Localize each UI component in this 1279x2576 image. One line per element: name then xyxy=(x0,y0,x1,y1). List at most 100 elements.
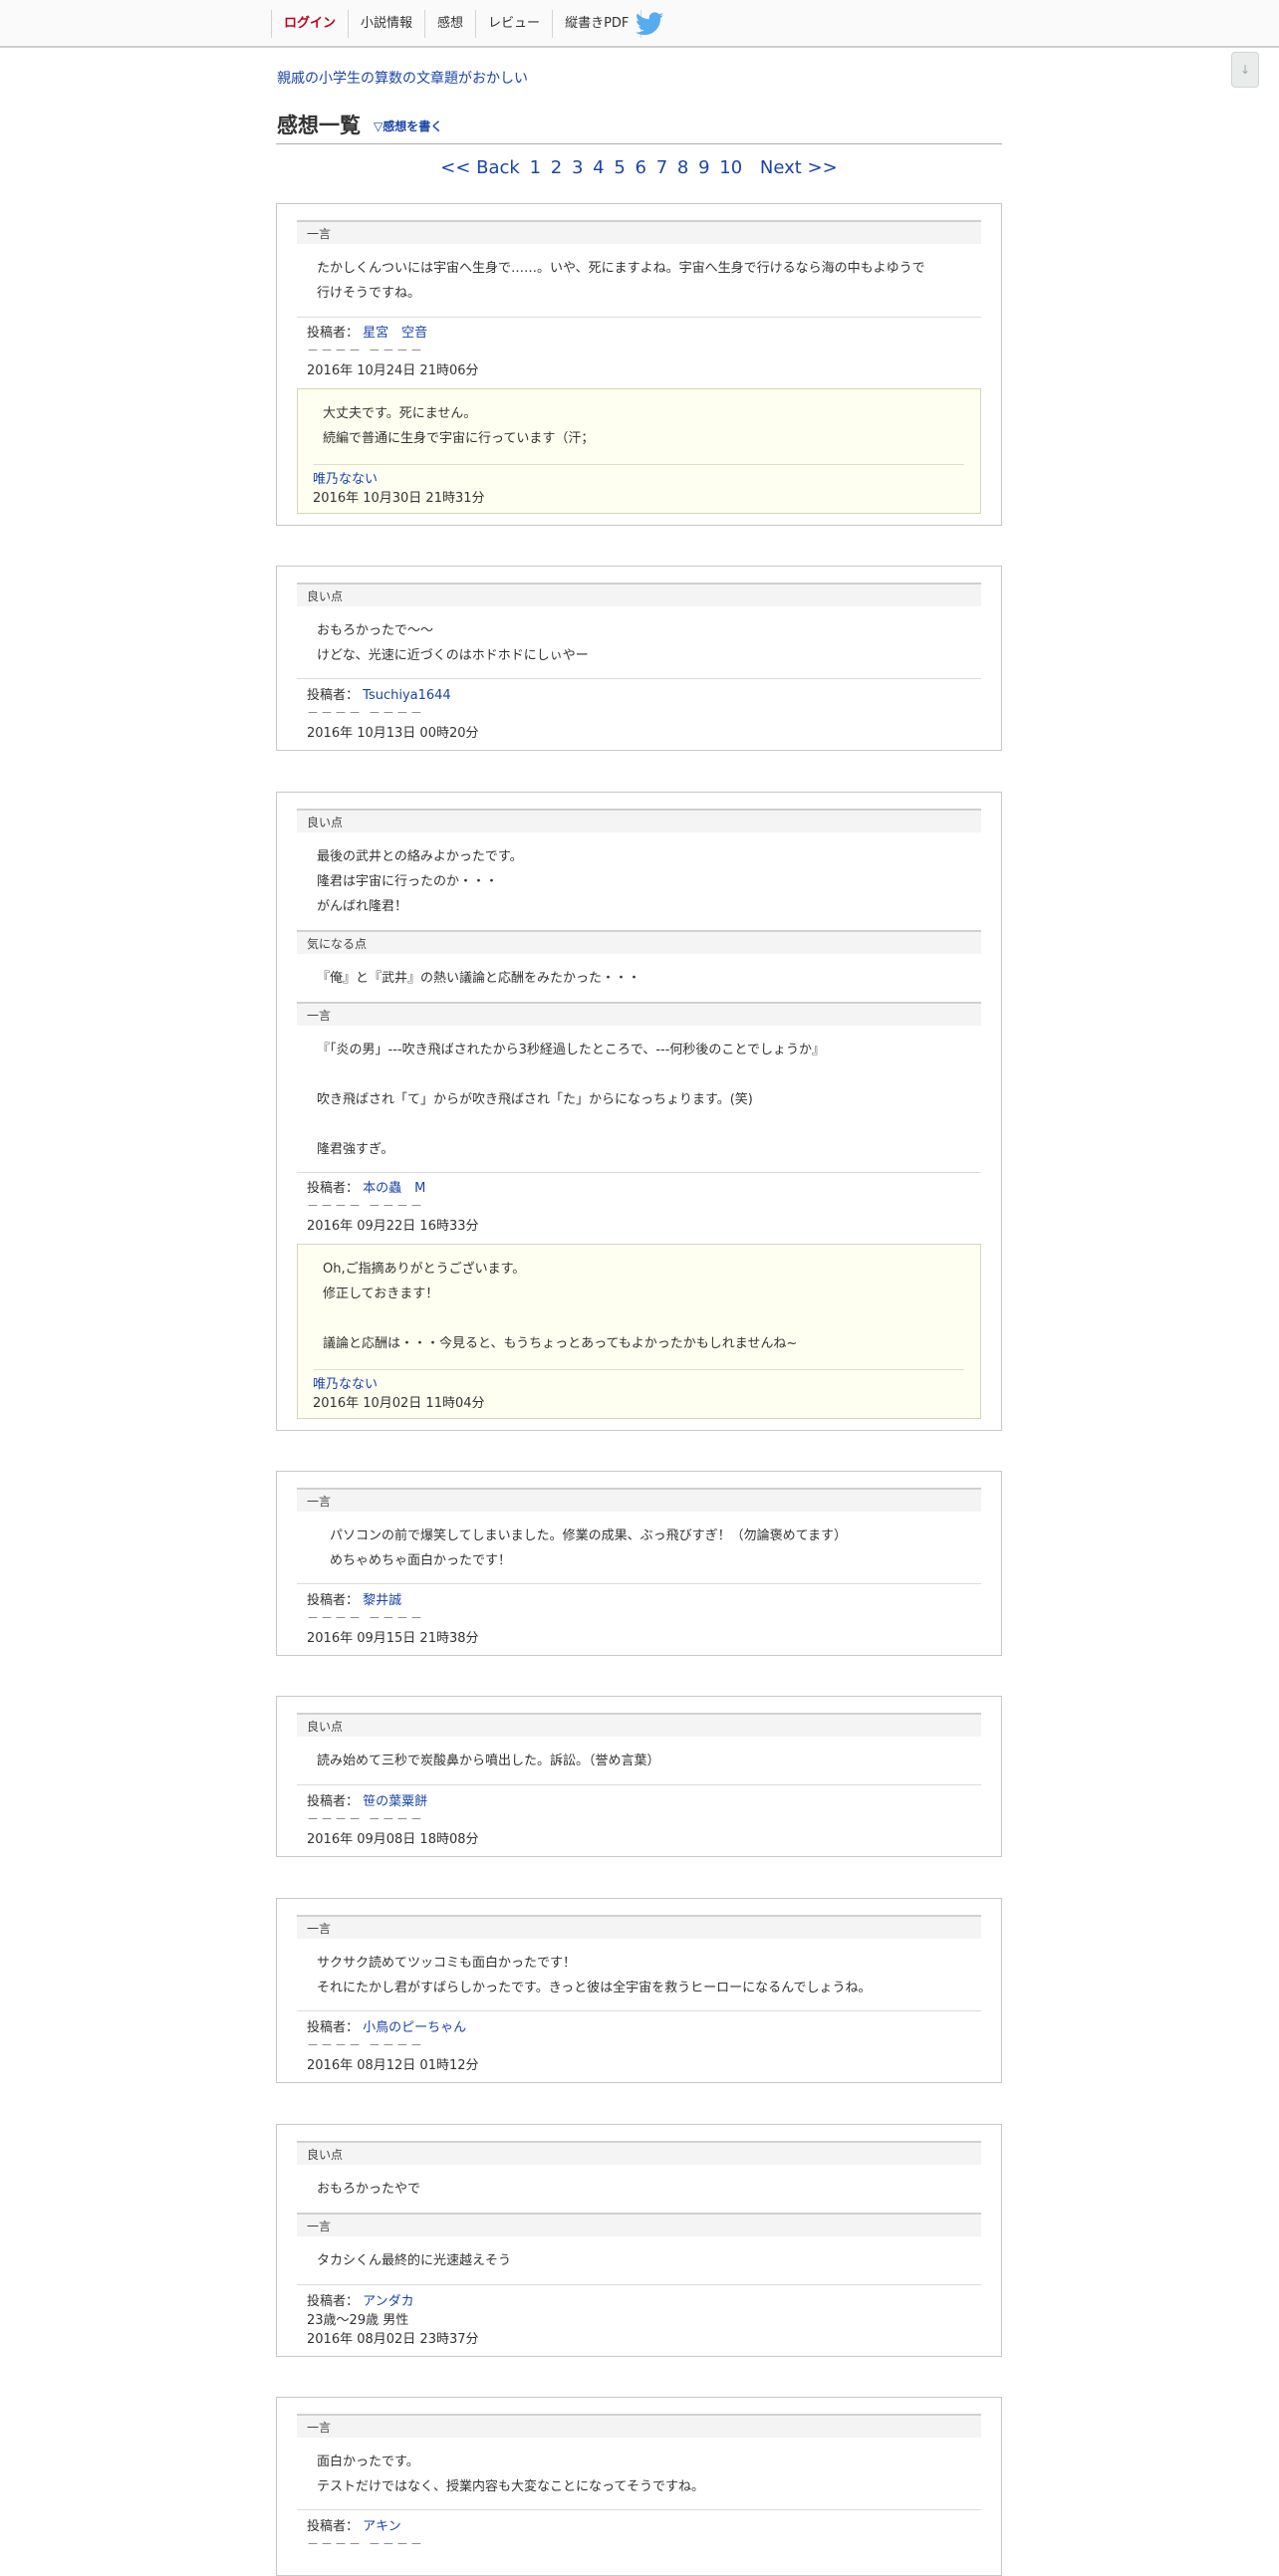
section-text: たかしくんついには宇宙へ生身で……。いや、死にますよね。宇宙へ生身で行けるなら海… xyxy=(317,261,925,301)
post-date: 2016年 08月02日 23時37分 xyxy=(307,2332,479,2347)
impression-card: 良い点 おもろかったで～～ けどな、光速に近づくのはホドホドにしぃやー 投稿者：… xyxy=(276,566,1002,751)
author-line: 投稿者： Tsuchiya1644 xyxy=(307,684,451,703)
nav-novel-info[interactable]: 小説情報 xyxy=(348,10,424,38)
section-text: 読み始めて三秒で炭酸鼻から噴出した。訴訟。（誉め言葉） xyxy=(317,1754,660,1768)
author-meta: －－－－ －－－－ xyxy=(307,344,424,357)
post-date: 2016年 09月15日 21時38分 xyxy=(307,1631,479,1646)
section-text: 『俺』と『武井』の熱い議論と応酬をみたかった・・・ xyxy=(317,971,641,986)
reply-date: 2016年 10月02日 11時04分 xyxy=(313,1396,485,1411)
divider xyxy=(297,1172,981,1173)
section-label: 気になる点 xyxy=(297,930,981,954)
author-line: 投稿者： アンダカ xyxy=(307,2290,414,2309)
divider xyxy=(297,1583,981,1584)
section-label: 良い点 xyxy=(297,2141,981,2165)
divider xyxy=(297,2509,981,2510)
work-title-link[interactable]: 親戚の小学生の算数の文章題がおかしい xyxy=(277,68,528,88)
author-meta: －－－－ －－－－ xyxy=(307,2038,424,2052)
page-heading: 感想一覧 ▽感想を書く xyxy=(276,108,1002,144)
scroll-down-button[interactable]: ↓ xyxy=(1231,52,1259,88)
reply-text: 大丈夫です。死にません。 続編で普通に生身で宇宙に行っています（汗； xyxy=(323,406,595,446)
page-title: 感想一覧 xyxy=(277,114,361,137)
section-label: 一言 xyxy=(297,1002,981,1026)
post-date: 2016年 09月08日 18時08分 xyxy=(307,1832,479,1847)
author-link[interactable]: 黎井誠 xyxy=(363,1593,401,1608)
section-label: 良い点 xyxy=(297,809,981,832)
pager-page-10[interactable]: 10 xyxy=(719,157,742,178)
impression-card: 良い点 読み始めて三秒で炭酸鼻から噴出した。訴訟。（誉め言葉） 投稿者： 笹の葉… xyxy=(276,1696,1002,1857)
author-prefix: 投稿者： xyxy=(307,1181,360,1196)
pager-page-9[interactable]: 9 xyxy=(698,157,709,178)
pagination: << Back 1 2 3 4 5 6 7 8 9 10 Next >> xyxy=(276,157,1002,178)
section-label: 一言 xyxy=(297,2414,981,2438)
pager-page-3[interactable]: 3 xyxy=(572,157,583,178)
pager-page-2[interactable]: 2 xyxy=(551,157,562,178)
author-link[interactable]: アキン xyxy=(363,2519,401,2534)
post-date: 2016年 08月12日 01時12分 xyxy=(307,2058,479,2073)
top-navigation-bar: ログイン 小説情報 感想 レビュー 縦書きPDF xyxy=(0,0,1279,48)
impression-card: 一言 たかしくんついには宇宙へ生身で……。いや、死にますよね。宇宙へ生身で行ける… xyxy=(276,203,1002,526)
nav-impressions[interactable]: 感想 xyxy=(424,10,475,38)
pager-page-8[interactable]: 8 xyxy=(677,157,688,178)
author-line: 投稿者： 黎井誠 xyxy=(307,1589,401,1608)
divider xyxy=(297,1784,981,1785)
author-link[interactable]: 小鳥のピーちゃん xyxy=(363,2020,466,2035)
section-text: タカシくん最終的に光速越えそう xyxy=(317,2253,512,2268)
divider xyxy=(297,317,981,318)
divider xyxy=(297,2284,981,2285)
author-prefix: 投稿者： xyxy=(307,2020,360,2035)
author-link[interactable]: 本の蟲 M xyxy=(363,1181,425,1196)
divider xyxy=(314,464,964,465)
author-link[interactable]: 笹の葉粟餅 xyxy=(363,1794,427,1809)
reply-date: 2016年 10月30日 21時31分 xyxy=(313,491,485,506)
section-text: パソコンの前で爆笑してしまいました。修業の成果、ぶっ飛びすぎ！（勿論褒めてます）… xyxy=(330,1528,847,1568)
author-line: 投稿者： 笹の葉粟餅 xyxy=(307,1790,427,1809)
impression-card: 一言 サクサク読めてツッコミも面白かったです！ それにたかし君がすばらしかったで… xyxy=(276,1898,1002,2083)
impression-card: 一言 パソコンの前で爆笑してしまいました。修業の成果、ぶっ飛びすぎ！（勿論褒めて… xyxy=(276,1471,1002,1656)
pager-page-6[interactable]: 6 xyxy=(636,157,646,178)
pager-next[interactable]: Next >> xyxy=(760,157,838,178)
pager-page-4[interactable]: 4 xyxy=(593,157,604,178)
pager-page-7[interactable]: 7 xyxy=(656,157,667,178)
section-text: 最後の武井との絡みよかったです。 隆君は宇宙に行ったのか・・・ がんばれ隆君！ xyxy=(317,849,523,914)
pager-back[interactable]: << Back xyxy=(440,157,520,178)
post-date: 2016年 10月13日 00時20分 xyxy=(307,726,479,741)
section-text: 面白かったです。 テストだけではなく、授業内容も大変なことになってそうですね。 xyxy=(317,2455,704,2494)
reply-text: Oh,ご指摘ありがとうございます。 修正しておきます！ 議論と応酬は・・・今見る… xyxy=(323,1262,798,1351)
author-line: 投稿者： 小鳥のピーちゃん xyxy=(307,2016,466,2035)
author-meta: －－－－ －－－－ xyxy=(307,1199,424,1213)
author-prefix: 投稿者： xyxy=(307,688,360,703)
author-link[interactable]: アンダカ xyxy=(363,2294,413,2309)
author-prefix: 投稿者： xyxy=(307,326,360,341)
post-date: 2016年 09月22日 16時33分 xyxy=(307,1219,479,1234)
author-meta: －－－－ －－－－ xyxy=(307,1611,424,1625)
reply-author-link[interactable]: 唯乃なない xyxy=(313,468,378,487)
author-reply: 大丈夫です。死にません。 続編で普通に生身で宇宙に行っています（汗； 唯乃なない… xyxy=(297,388,981,514)
nav-menu: ログイン 小説情報 感想 レビュー 縦書きPDF xyxy=(271,9,642,39)
section-label: 良い点 xyxy=(297,583,981,606)
section-label: 一言 xyxy=(297,220,981,244)
author-prefix: 投稿者： xyxy=(307,2294,360,2309)
author-meta: 23歳～29歳 男性 xyxy=(307,2313,409,2328)
author-link[interactable]: 星宮 空音 xyxy=(363,326,427,341)
nav-login[interactable]: ログイン xyxy=(271,10,348,38)
post-date: 2016年 10月24日 21時06分 xyxy=(307,363,479,378)
section-text: おもろかったやで xyxy=(317,2182,421,2197)
author-meta: －－－－ －－－－ xyxy=(307,2537,424,2551)
author-prefix: 投稿者： xyxy=(307,2519,360,2534)
pager-page-5[interactable]: 5 xyxy=(614,157,625,178)
author-line: 投稿者： アキン xyxy=(307,2515,401,2534)
author-link[interactable]: Tsuchiya1644 xyxy=(363,688,451,703)
twitter-bird-icon[interactable] xyxy=(636,12,663,36)
write-impression-link[interactable]: ▽感想を書く xyxy=(374,117,442,134)
section-text: 『「炎の男」---吹き飛ばされたから3秒経過したところで、---何秒後のことでし… xyxy=(317,1043,826,1157)
author-reply: Oh,ご指摘ありがとうございます。 修正しておきます！ 議論と応酬は・・・今見る… xyxy=(297,1244,981,1419)
nav-review[interactable]: レビュー xyxy=(475,10,552,38)
author-prefix: 投稿者： xyxy=(307,1794,360,1809)
reply-author-link[interactable]: 唯乃なない xyxy=(313,1373,378,1392)
nav-vertical-pdf[interactable]: 縦書きPDF xyxy=(552,10,642,38)
pager-page-1[interactable]: 1 xyxy=(530,157,541,178)
divider xyxy=(297,2010,981,2011)
section-text: サクサク読めてツッコミも面白かったです！ それにたかし君がすばらしかったです。き… xyxy=(317,1956,872,1995)
author-prefix: 投稿者： xyxy=(307,1593,360,1608)
impression-card: 一言 面白かったです。 テストだけではなく、授業内容も大変なことになってそうです… xyxy=(276,2397,1002,2576)
